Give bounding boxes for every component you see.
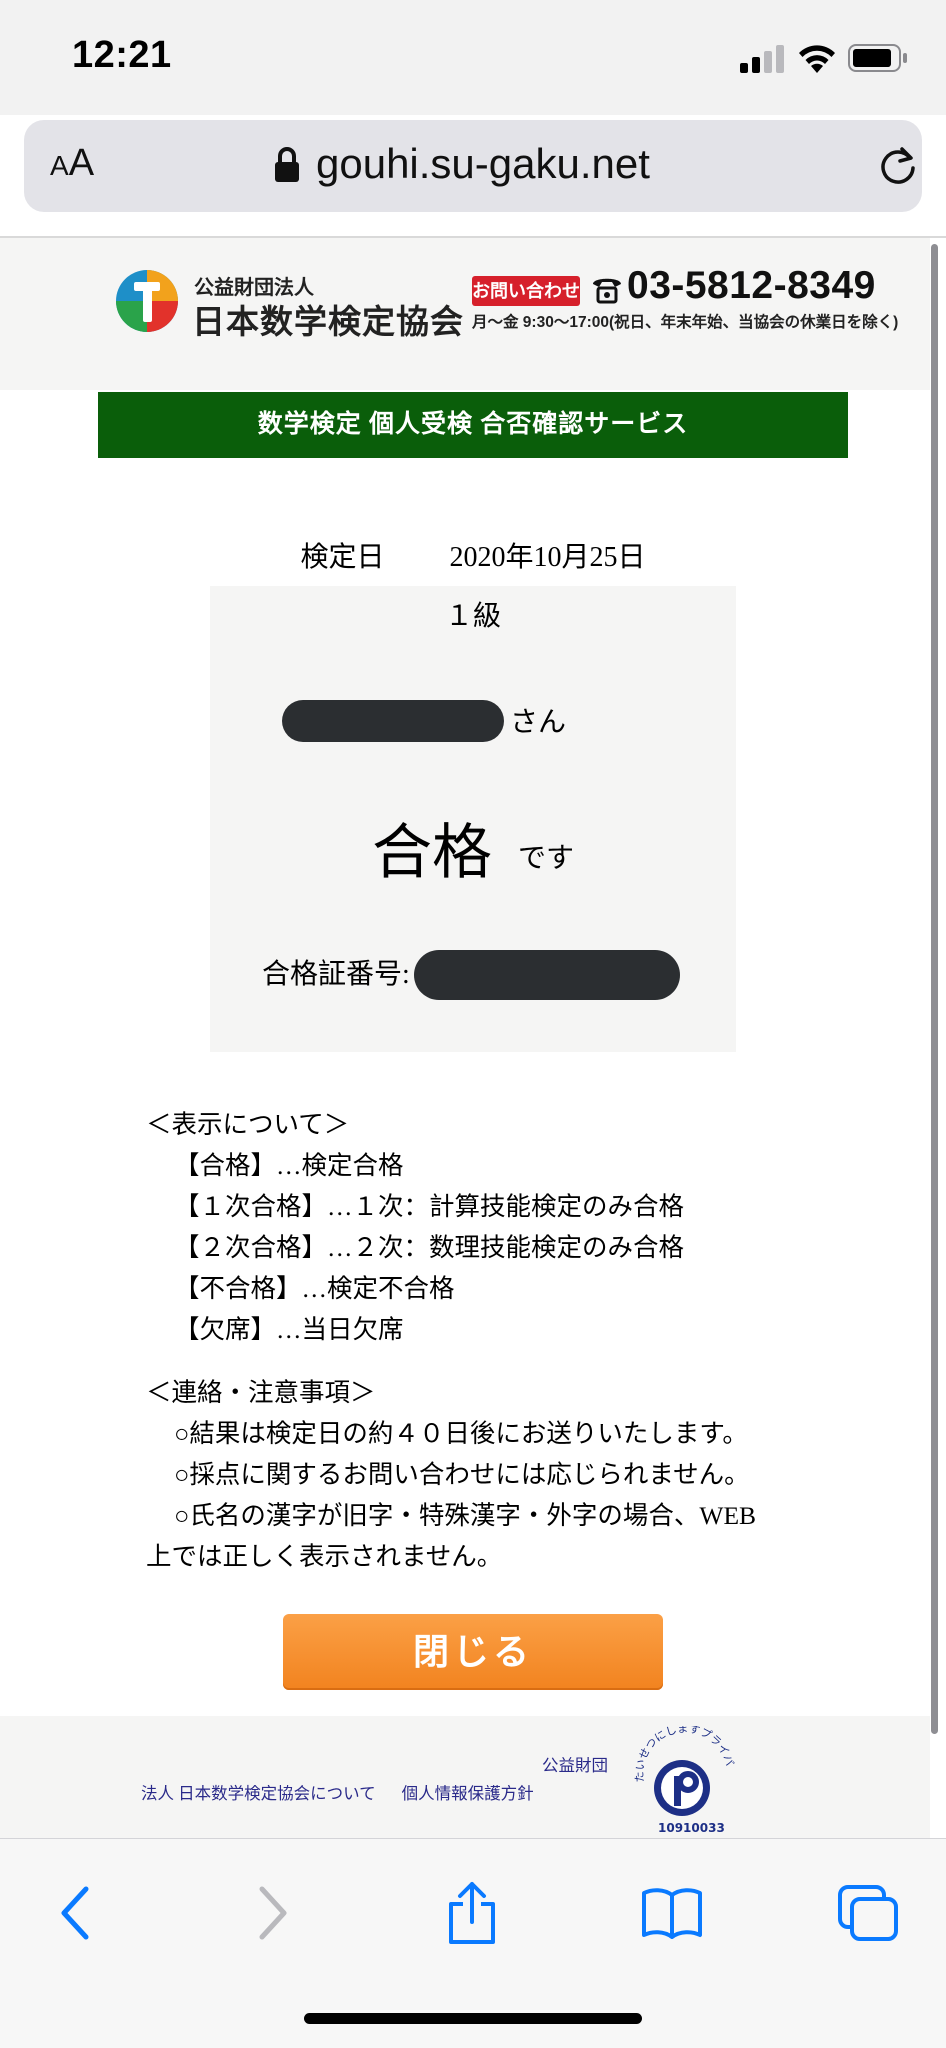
org-name: 日本数学検定協会: [192, 303, 464, 340]
footer-org-prefix: 公益財団: [542, 1756, 608, 1775]
text-size-big-label: A: [68, 142, 95, 184]
site-footer: 公益財団 法人 日本数学検定協会について 個人情報保護方針 たいせつにしますプライ…: [0, 1716, 930, 1838]
site-header: 公益財団法人 日本数学検定協会 お問い合わせ 03-5812-8349 月～金 …: [0, 238, 930, 390]
pmark-number: 10910033: [658, 1821, 725, 1835]
business-hours: 月～金 9:30～17:00(祝日、年末年始、当協会の休業日を除く): [472, 314, 899, 331]
redacted-certificate-number: [414, 950, 680, 1000]
tabs-icon: [838, 1885, 898, 1941]
honorific: さん: [510, 707, 567, 738]
share-button[interactable]: [432, 1877, 512, 1949]
home-indicator[interactable]: [304, 2013, 642, 2024]
caution-item: ○結果は検定日の約４０日後にお送りいたします。: [174, 1419, 748, 1448]
caution-item: ○採点に関するお問い合わせには応じられません。: [174, 1460, 750, 1489]
reload-icon[interactable]: [876, 144, 920, 188]
text-size-button[interactable]: A A: [50, 142, 114, 190]
about-link[interactable]: 法人 日本数学検定協会について: [141, 1784, 376, 1803]
caution-item: ○氏名の漢字が旧字・特殊漢字・外字の場合、WEB: [174, 1501, 757, 1530]
status-time: 12:21: [72, 34, 172, 76]
exam-date-label: 検定日: [300, 542, 385, 573]
contact-badge: お問い合わせ: [472, 276, 580, 306]
back-button[interactable]: [36, 1877, 116, 1949]
chevron-left-icon: [61, 1886, 89, 1940]
status-bar: 12:21: [0, 0, 946, 115]
book-icon: [642, 1888, 702, 1939]
bookmarks-button[interactable]: [632, 1877, 712, 1949]
notes-section: ＜表示について＞ 【合格】…検定合格 【１次合格】…１次：計算技能検定のみ合格 …: [146, 1104, 806, 1577]
phone-icon: [593, 278, 621, 304]
lock-icon: [275, 147, 299, 182]
redacted-name: [282, 700, 504, 742]
result-status: 合格: [372, 820, 492, 886]
page-title: 数学検定 個人受検 合否確認サービス: [98, 392, 848, 458]
close-button[interactable]: 閉じる: [283, 1614, 663, 1690]
scrollbar[interactable]: [931, 244, 938, 1734]
battery-icon: [848, 44, 907, 72]
exam-date-value: 2020年10月25日: [449, 542, 646, 573]
legend-item: 【合格】…検定合格: [174, 1151, 404, 1180]
chevron-right-icon: [259, 1886, 287, 1940]
legend-item: 【２次合格】…２次：数理技能検定のみ合格: [174, 1233, 685, 1262]
text-size-small-label: A: [50, 150, 69, 181]
grade-label: １級: [444, 601, 501, 632]
address-bar[interactable]: A A gouhi.su-gaku.net: [24, 120, 922, 212]
legend-item: 【不合格】…検定不合格: [174, 1274, 455, 1303]
legend-item: 【欠席】…当日欠席: [174, 1315, 404, 1344]
tabs-button[interactable]: [828, 1877, 908, 1949]
url-text[interactable]: gouhi.su-gaku.net: [316, 140, 650, 188]
wifi-icon: [799, 45, 835, 73]
footer-links: 法人 日本数学検定協会について 個人情報保護方針: [141, 1780, 560, 1804]
cellular-signal-icon: [740, 43, 786, 73]
result-suffix: です: [518, 843, 575, 874]
caution-item-continuation: 上では正しく表示されません。: [146, 1542, 503, 1571]
privacy-policy-link[interactable]: 個人情報保護方針: [402, 1784, 534, 1803]
association-logo-icon[interactable]: [114, 268, 180, 334]
display-legend-heading: ＜表示について＞: [146, 1110, 350, 1139]
privacy-mark-icon[interactable]: たいせつにしますプライバシー 10910033: [630, 1726, 740, 1836]
share-icon: [449, 1882, 495, 1944]
legend-item: 【１次合格】…１次：計算技能検定のみ合格: [174, 1192, 685, 1221]
certificate-number-label: 合格証番号:: [262, 959, 410, 990]
phone-number[interactable]: 03-5812-8349: [627, 264, 876, 308]
caution-heading: ＜連絡・注意事項＞: [146, 1378, 376, 1407]
exam-date-row: 検定日 2020年10月25日: [0, 535, 946, 575]
forward-button[interactable]: [232, 1877, 312, 1949]
result-box: １級 さん 合格 です 合格証番号:: [210, 586, 736, 1052]
